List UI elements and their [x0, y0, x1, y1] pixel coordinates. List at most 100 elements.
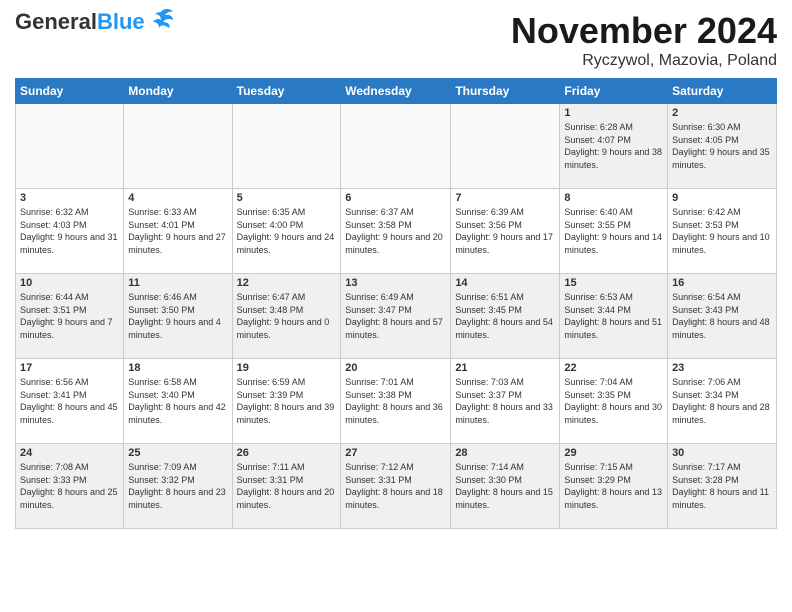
title-block: November 2024 Ryczywol, Mazovia, Poland	[511, 10, 777, 70]
day-info: Sunrise: 7:08 AMSunset: 3:33 PMDaylight:…	[20, 461, 119, 511]
day-number: 21	[455, 362, 555, 374]
calendar-cell: 23 Sunrise: 7:06 AMSunset: 3:34 PMDayligh…	[668, 359, 777, 444]
calendar-cell: 7Sunrise: 6:39 AMSunset: 3:56 PMDaylight…	[451, 189, 560, 274]
day-number: 1	[564, 107, 663, 119]
day-number: 17	[20, 362, 119, 374]
day-number: 10	[20, 277, 119, 289]
month-title: November 2024	[511, 10, 777, 52]
day-number: 11	[128, 277, 227, 289]
header: GeneralBlue November 2024 Ryczywol, Mazo…	[15, 10, 777, 70]
calendar-cell: 24 Sunrise: 7:08 AMSunset: 3:33 PMDayligh…	[16, 444, 124, 529]
day-number: 30	[672, 447, 772, 459]
day-number: 26	[237, 447, 337, 459]
calendar-week-row: 10 Sunrise: 6:44 AMSunset: 3:51 PMDayligh…	[16, 274, 777, 359]
day-number: 7	[455, 192, 555, 204]
day-number: 13	[345, 277, 446, 289]
calendar-cell: 4Sunrise: 6:33 AMSunset: 4:01 PMDaylight…	[124, 189, 232, 274]
day-info: Sunrise: 6:56 AMSunset: 3:41 PMDaylight:…	[20, 376, 119, 426]
day-info: Sunrise: 7:15 AMSunset: 3:29 PMDaylight:…	[564, 461, 663, 511]
day-info: Sunrise: 7:04 AMSunset: 3:35 PMDaylight:…	[564, 376, 663, 426]
day-info: Sunrise: 6:40 AMSunset: 3:55 PMDaylight:…	[564, 206, 663, 256]
day-info: Sunrise: 6:49 AMSunset: 3:47 PMDaylight:…	[345, 291, 446, 341]
calendar-cell	[232, 104, 341, 189]
weekday-header: Tuesday	[232, 79, 341, 104]
calendar-cell: 9 Sunrise: 6:42 AMSunset: 3:53 PMDaylight…	[668, 189, 777, 274]
day-number: 9	[672, 192, 772, 204]
calendar-week-row: 1Sunrise: 6:28 AMSunset: 4:07 PMDaylight…	[16, 104, 777, 189]
weekday-header: Saturday	[668, 79, 777, 104]
day-number: 8	[564, 192, 663, 204]
calendar-week-row: 3 Sunrise: 6:32 AMSunset: 4:03 PMDaylight…	[16, 189, 777, 274]
day-number: 12	[237, 277, 337, 289]
day-info: Sunrise: 7:12 AMSunset: 3:31 PMDaylight:…	[345, 461, 446, 511]
logo: GeneralBlue	[15, 10, 175, 34]
calendar-cell: 27 Sunrise: 7:12 AMSunset: 3:31 PMDayligh…	[341, 444, 451, 529]
day-number: 23	[672, 362, 772, 374]
calendar-cell: 20 Sunrise: 7:01 AMSunset: 3:38 PMDayligh…	[341, 359, 451, 444]
calendar-cell: 5 Sunrise: 6:35 AMSunset: 4:00 PMDaylight…	[232, 189, 341, 274]
day-info: Sunrise: 6:42 AMSunset: 3:53 PMDaylight:…	[672, 206, 772, 256]
calendar-cell: 8 Sunrise: 6:40 AMSunset: 3:55 PMDaylight…	[560, 189, 668, 274]
day-info: Sunrise: 7:06 AMSunset: 3:34 PMDaylight:…	[672, 376, 772, 426]
day-number: 16	[672, 277, 772, 289]
day-info: Sunrise: 7:17 AMSunset: 3:28 PMDaylight:…	[672, 461, 772, 511]
day-number: 18	[128, 362, 227, 374]
calendar-cell: 11 Sunrise: 6:46 AMSunset: 3:50 PMDayligh…	[124, 274, 232, 359]
calendar-cell: 22Sunrise: 7:04 AMSunset: 3:35 PMDayligh…	[560, 359, 668, 444]
location: Ryczywol, Mazovia, Poland	[511, 52, 777, 70]
day-info: Sunrise: 6:58 AMSunset: 3:40 PMDaylight:…	[128, 376, 227, 426]
day-number: 28	[455, 447, 555, 459]
day-number: 27	[345, 447, 446, 459]
weekday-header: Monday	[124, 79, 232, 104]
weekday-header: Sunday	[16, 79, 124, 104]
calendar-cell: 2Sunrise: 6:30 AMSunset: 4:05 PMDaylight…	[668, 104, 777, 189]
calendar-cell: 12 Sunrise: 6:47 AMSunset: 3:48 PMDayligh…	[232, 274, 341, 359]
day-info: Sunrise: 7:14 AMSunset: 3:30 PMDaylight:…	[455, 461, 555, 511]
calendar-week-row: 24 Sunrise: 7:08 AMSunset: 3:33 PMDayligh…	[16, 444, 777, 529]
day-number: 19	[237, 362, 337, 374]
day-number: 2	[672, 107, 772, 119]
calendar-cell: 14Sunrise: 6:51 AMSunset: 3:45 PMDayligh…	[451, 274, 560, 359]
day-info: Sunrise: 7:03 AMSunset: 3:37 PMDaylight:…	[455, 376, 555, 426]
calendar-cell: 10 Sunrise: 6:44 AMSunset: 3:51 PMDayligh…	[16, 274, 124, 359]
page: GeneralBlue November 2024 Ryczywol, Mazo…	[0, 0, 792, 612]
calendar-cell	[341, 104, 451, 189]
weekday-header: Friday	[560, 79, 668, 104]
calendar-cell	[451, 104, 560, 189]
calendar-cell: 25Sunrise: 7:09 AMSunset: 3:32 PMDayligh…	[124, 444, 232, 529]
day-info: Sunrise: 6:37 AMSunset: 3:58 PMDaylight:…	[345, 206, 446, 256]
day-number: 20	[345, 362, 446, 374]
day-info: Sunrise: 6:53 AMSunset: 3:44 PMDaylight:…	[564, 291, 663, 341]
calendar-cell: 18 Sunrise: 6:58 AMSunset: 3:40 PMDayligh…	[124, 359, 232, 444]
calendar-cell: 28 Sunrise: 7:14 AMSunset: 3:30 PMDayligh…	[451, 444, 560, 529]
day-info: Sunrise: 6:59 AMSunset: 3:39 PMDaylight:…	[237, 376, 337, 426]
logo-general: General	[15, 9, 97, 34]
logo-blue: Blue	[97, 9, 145, 34]
calendar-cell: 19 Sunrise: 6:59 AMSunset: 3:39 PMDayligh…	[232, 359, 341, 444]
calendar-cell: 30 Sunrise: 7:17 AMSunset: 3:28 PMDayligh…	[668, 444, 777, 529]
calendar-cell: 17 Sunrise: 6:56 AMSunset: 3:41 PMDayligh…	[16, 359, 124, 444]
day-info: Sunrise: 6:35 AMSunset: 4:00 PMDaylight:…	[237, 206, 337, 256]
day-info: Sunrise: 6:32 AMSunset: 4:03 PMDaylight:…	[20, 206, 119, 256]
calendar-cell: 16Sunrise: 6:54 AMSunset: 3:43 PMDayligh…	[668, 274, 777, 359]
day-info: Sunrise: 6:46 AMSunset: 3:50 PMDaylight:…	[128, 291, 227, 341]
calendar-cell	[124, 104, 232, 189]
calendar-cell: 15Sunrise: 6:53 AMSunset: 3:44 PMDayligh…	[560, 274, 668, 359]
weekday-header: Thursday	[451, 79, 560, 104]
calendar-cell: 26Sunrise: 7:11 AMSunset: 3:31 PMDayligh…	[232, 444, 341, 529]
day-info: Sunrise: 7:01 AMSunset: 3:38 PMDaylight:…	[345, 376, 446, 426]
calendar-cell: 3 Sunrise: 6:32 AMSunset: 4:03 PMDaylight…	[16, 189, 124, 274]
calendar-week-row: 17 Sunrise: 6:56 AMSunset: 3:41 PMDayligh…	[16, 359, 777, 444]
logo-bird-icon	[147, 6, 175, 34]
day-info: Sunrise: 6:51 AMSunset: 3:45 PMDaylight:…	[455, 291, 555, 341]
weekday-header-row: SundayMondayTuesdayWednesdayThursdayFrid…	[16, 79, 777, 104]
day-info: Sunrise: 6:47 AMSunset: 3:48 PMDaylight:…	[237, 291, 337, 341]
calendar-cell: 6Sunrise: 6:37 AMSunset: 3:58 PMDaylight…	[341, 189, 451, 274]
day-info: Sunrise: 6:44 AMSunset: 3:51 PMDaylight:…	[20, 291, 119, 341]
day-number: 5	[237, 192, 337, 204]
day-number: 3	[20, 192, 119, 204]
calendar-cell: 29Sunrise: 7:15 AMSunset: 3:29 PMDayligh…	[560, 444, 668, 529]
weekday-header: Wednesday	[341, 79, 451, 104]
day-number: 24	[20, 447, 119, 459]
day-number: 25	[128, 447, 227, 459]
